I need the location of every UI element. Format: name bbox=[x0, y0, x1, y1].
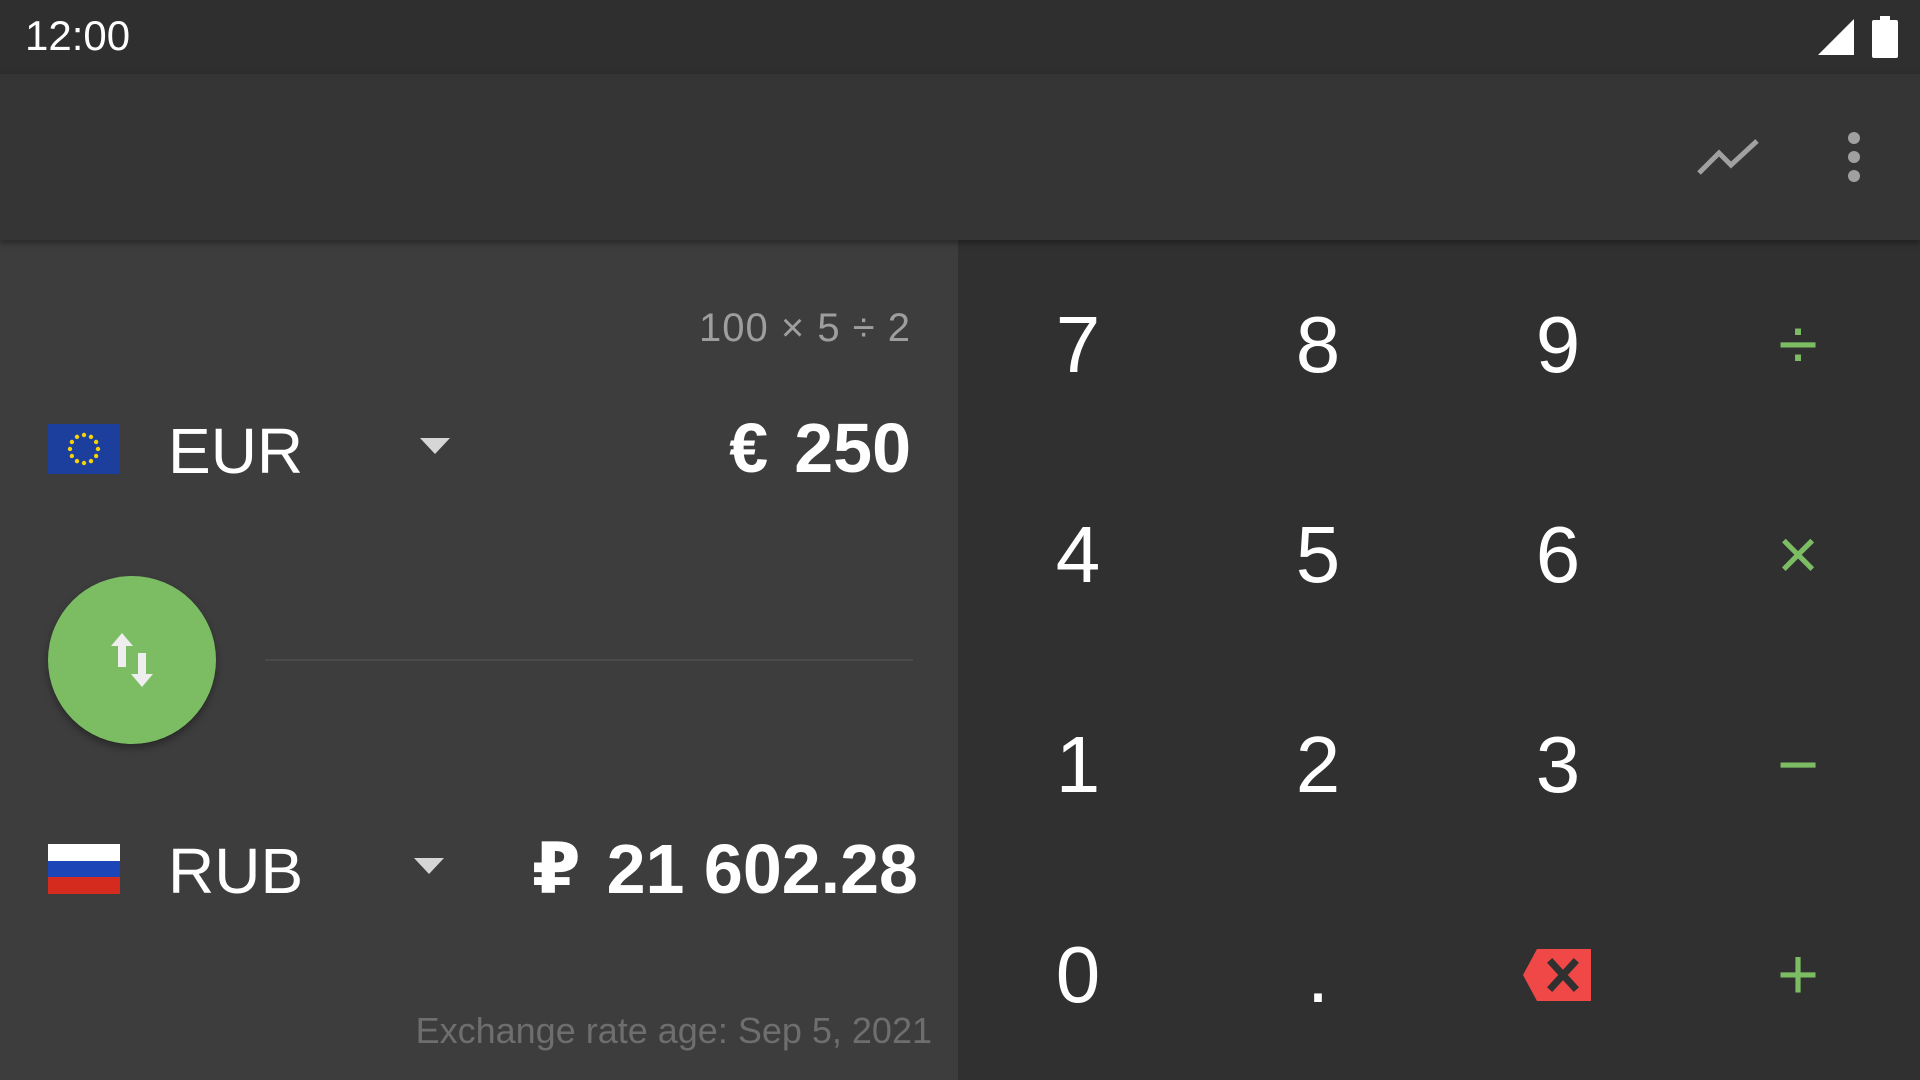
from-currency-symbol: € bbox=[729, 409, 769, 487]
backspace-key[interactable] bbox=[1438, 870, 1678, 1080]
trend-chart-button[interactable] bbox=[1688, 117, 1768, 197]
digit-1-key[interactable]: 1 bbox=[958, 660, 1198, 870]
subtract-key[interactable]: − bbox=[1678, 660, 1918, 870]
eu-flag-icon bbox=[48, 424, 120, 474]
swap-vert-icon bbox=[111, 633, 153, 687]
digit-2-key[interactable]: 2 bbox=[1198, 660, 1438, 870]
digit-6-key[interactable]: 6 bbox=[1438, 450, 1678, 660]
expression-display: 100 × 5 ÷ 2 bbox=[699, 306, 911, 350]
backspace-icon bbox=[1523, 949, 1591, 1001]
digit-7-key[interactable]: 7 bbox=[958, 240, 1198, 450]
digit-8-key[interactable]: 8 bbox=[1198, 240, 1438, 450]
battery-icon bbox=[1872, 16, 1898, 58]
more-options-button[interactable] bbox=[1814, 117, 1894, 197]
status-icons bbox=[1814, 16, 1898, 58]
from-currency-code: EUR bbox=[168, 415, 304, 487]
dropdown-arrow-icon[interactable] bbox=[412, 856, 446, 876]
digit-0-key[interactable]: 0 bbox=[958, 870, 1198, 1080]
to-currency-row[interactable]: RUB ₽21 602.28 bbox=[0, 810, 958, 930]
swap-currencies-button[interactable] bbox=[48, 576, 216, 744]
keypad: 7 8 9 ÷ 4 5 6 × 1 2 3− 0. + bbox=[958, 240, 1920, 1080]
divider bbox=[265, 659, 913, 661]
trend-chart-icon bbox=[1697, 139, 1759, 175]
add-key[interactable]: + bbox=[1678, 870, 1918, 1080]
to-currency-code: RUB bbox=[168, 835, 304, 907]
digit-3-key[interactable]: 3 bbox=[1438, 660, 1678, 870]
digit-9-key[interactable]: 9 bbox=[1438, 240, 1678, 450]
from-amount[interactable]: €250 bbox=[729, 408, 911, 488]
app-bar bbox=[0, 74, 1920, 240]
divide-key[interactable]: ÷ bbox=[1678, 240, 1918, 450]
to-amount[interactable]: ₽21 602.28 bbox=[532, 828, 918, 910]
converter-panel: 100 × 5 ÷ 2 EUR €250 RUB ₽21 602.28 Exch… bbox=[0, 240, 958, 1080]
status-time: 12:00 bbox=[25, 12, 131, 59]
from-amount-value: 250 bbox=[794, 409, 911, 487]
more-vert-icon bbox=[1848, 132, 1860, 182]
dropdown-arrow-icon[interactable] bbox=[418, 436, 452, 456]
digit-4-key[interactable]: 4 bbox=[958, 450, 1198, 660]
ru-flag-icon bbox=[48, 844, 120, 894]
status-bar: 12:00 bbox=[0, 0, 1920, 74]
to-currency-symbol: ₽ bbox=[531, 830, 581, 908]
signal-icon bbox=[1818, 19, 1854, 55]
exchange-rate-age: Exchange rate age: Sep 5, 2021 bbox=[415, 1010, 932, 1051]
to-amount-value: 21 602.28 bbox=[606, 830, 918, 908]
from-currency-row[interactable]: EUR €250 bbox=[0, 390, 958, 510]
multiply-key[interactable]: × bbox=[1678, 450, 1918, 660]
digit-5-key[interactable]: 5 bbox=[1198, 450, 1438, 660]
decimal-point-key[interactable]: . bbox=[1198, 870, 1438, 1080]
